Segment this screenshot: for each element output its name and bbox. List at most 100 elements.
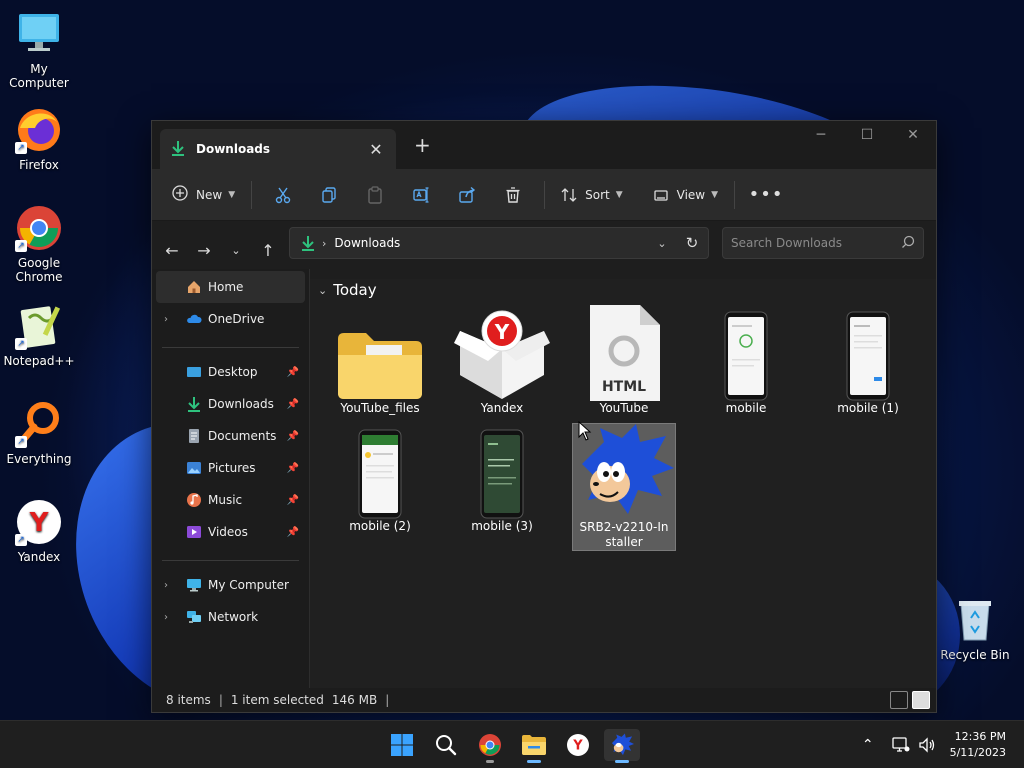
more-options-button[interactable]: ••• [743,179,789,211]
back-button[interactable]: ← [156,241,188,260]
file-item[interactable]: mobile (2) [328,423,432,551]
address-bar[interactable]: › Downloads ⌄ ↻ [289,227,709,259]
address-dropdown-icon[interactable]: ⌄ [648,237,676,250]
sidebar-item-onedrive[interactable]: › OneDrive [152,303,309,335]
status-divider: | [385,693,390,707]
desktop-icon-recycle-bin[interactable]: Recycle Bin [936,596,1014,662]
sidebar-item-label: OneDrive [208,312,265,326]
sidebar-item-label: Home [208,280,244,294]
sonic-icon [611,733,634,756]
sidebar-item-my-computer[interactable]: › My Computer [152,569,309,601]
desktop-icon-label: Notepad++ [3,354,75,368]
new-button[interactable]: New ▼ [164,179,243,211]
file-item[interactable]: Y Yandex [450,305,554,433]
network-icon[interactable] [891,737,910,753]
search-icon [436,735,457,756]
sidebar-item-label: Network [208,610,259,624]
share-button[interactable] [444,179,490,211]
taskbar-srb2-installer[interactable] [604,729,640,763]
plus-circle-icon [172,185,188,204]
show-hidden-icons-button[interactable]: ⌃ [862,737,874,753]
running-indicator [615,760,629,763]
sidebar-item-network[interactable]: › Network [152,601,309,633]
chevron-right-icon[interactable]: › [164,314,168,325]
start-button[interactable] [384,729,420,761]
sidebar-item-documents[interactable]: Documents 📌 [152,420,309,452]
recent-locations-button[interactable]: ⌄ [220,244,252,257]
desktop-icon-firefox[interactable]: ↗ Firefox [0,106,78,172]
sidebar-item-label: Pictures [208,461,256,475]
desktop-icon-chrome[interactable]: ↗ Google Chrome [0,204,78,284]
desktop-icon-everything[interactable]: ↗ Everything [0,400,78,466]
music-icon [186,492,202,508]
folder-icon [328,305,432,401]
clipboard-icon [368,185,382,204]
refresh-icon[interactable]: ↻ [676,234,708,252]
file-name: YouTube [599,401,649,415]
sidebar-item-pictures[interactable]: Pictures 📌 [152,452,309,484]
chevron-right-icon[interactable]: › [164,580,168,591]
taskbar-yandex[interactable]: Y [560,729,596,761]
forward-button[interactable]: → [188,241,220,260]
clock[interactable]: 12:36 PM 5/11/2023 [950,729,1006,761]
file-item[interactable]: mobile [694,305,798,433]
search-input[interactable] [731,236,901,250]
maximize-button[interactable]: ☐ [844,121,890,151]
desktop-icon-notepadpp[interactable]: ↗ Notepad++ [0,302,78,368]
sidebar-item-music[interactable]: Music 📌 [152,484,309,516]
desktop-icon-label: Everything [6,452,72,466]
close-window-button[interactable]: ✕ [890,121,936,151]
search-icon[interactable] [901,235,915,252]
view-toggle [890,691,930,709]
download-arrow-icon [170,140,186,159]
file-item[interactable]: mobile (1) [816,305,920,433]
trash-icon [506,186,520,203]
sidebar-item-downloads[interactable]: Downloads 📌 [152,388,309,420]
desktop-icon-my-computer[interactable]: My Computer [0,10,78,90]
sidebar-item-videos[interactable]: Videos 📌 [152,516,309,548]
desktop-icon-yandex[interactable]: Y ↗ Yandex [0,498,78,564]
copy-button[interactable] [306,179,352,211]
file-item-selected[interactable]: SRB2-v2210-Installer [572,423,676,551]
search-taskbar-button[interactable] [428,729,464,761]
svg-text:Y: Y [29,508,50,538]
share-icon [459,186,476,203]
file-name: mobile (1) [837,401,899,415]
new-tab-button[interactable]: + [414,133,431,157]
sort-button[interactable]: Sort ▼ [553,179,631,211]
large-icons-view-button[interactable] [912,691,930,709]
up-button[interactable]: ↑ [252,241,284,260]
group-header-today[interactable]: ⌄ Today [318,281,377,299]
taskbar-chrome[interactable] [472,729,508,763]
monitor-icon [186,577,202,593]
mouse-pointer-icon [578,421,592,441]
desktop-icon-label: My Computer [9,62,69,90]
shortcut-arrow-icon: ↗ [15,142,27,154]
sidebar-item-desktop[interactable]: Desktop 📌 [152,356,309,388]
paste-button[interactable] [352,179,398,211]
minimize-button[interactable]: ─ [798,121,844,151]
breadcrumb[interactable]: Downloads [334,236,648,250]
desktop-folder-icon [186,364,202,380]
phone-screenshot-thumbnail [816,305,920,401]
cut-button[interactable] [260,179,306,211]
file-name: mobile (2) [349,519,411,533]
chevron-right-icon[interactable]: › [164,612,168,623]
chevron-down-icon: ⌄ [318,283,328,297]
file-name: SRB2-v2210-Installer [579,520,669,549]
view-button[interactable]: View ▼ [645,179,726,211]
taskbar-file-explorer[interactable] [516,729,552,763]
volume-icon[interactable] [918,737,936,753]
yandex-icon: Y ↗ [15,498,63,546]
tab-downloads[interactable]: Downloads ✕ [160,129,396,169]
file-item[interactable]: YouTube_files [328,305,432,433]
close-tab-icon[interactable]: ✕ [366,140,386,159]
file-item[interactable]: HTML YouTube [572,305,676,433]
file-item[interactable]: mobile (3) [450,423,554,551]
details-view-button[interactable] [890,691,908,709]
desktop-icon-label: Firefox [19,158,59,172]
delete-button[interactable] [490,179,536,211]
sidebar-item-home[interactable]: Home [156,271,305,303]
rename-button[interactable] [398,179,444,211]
home-icon [186,279,202,295]
